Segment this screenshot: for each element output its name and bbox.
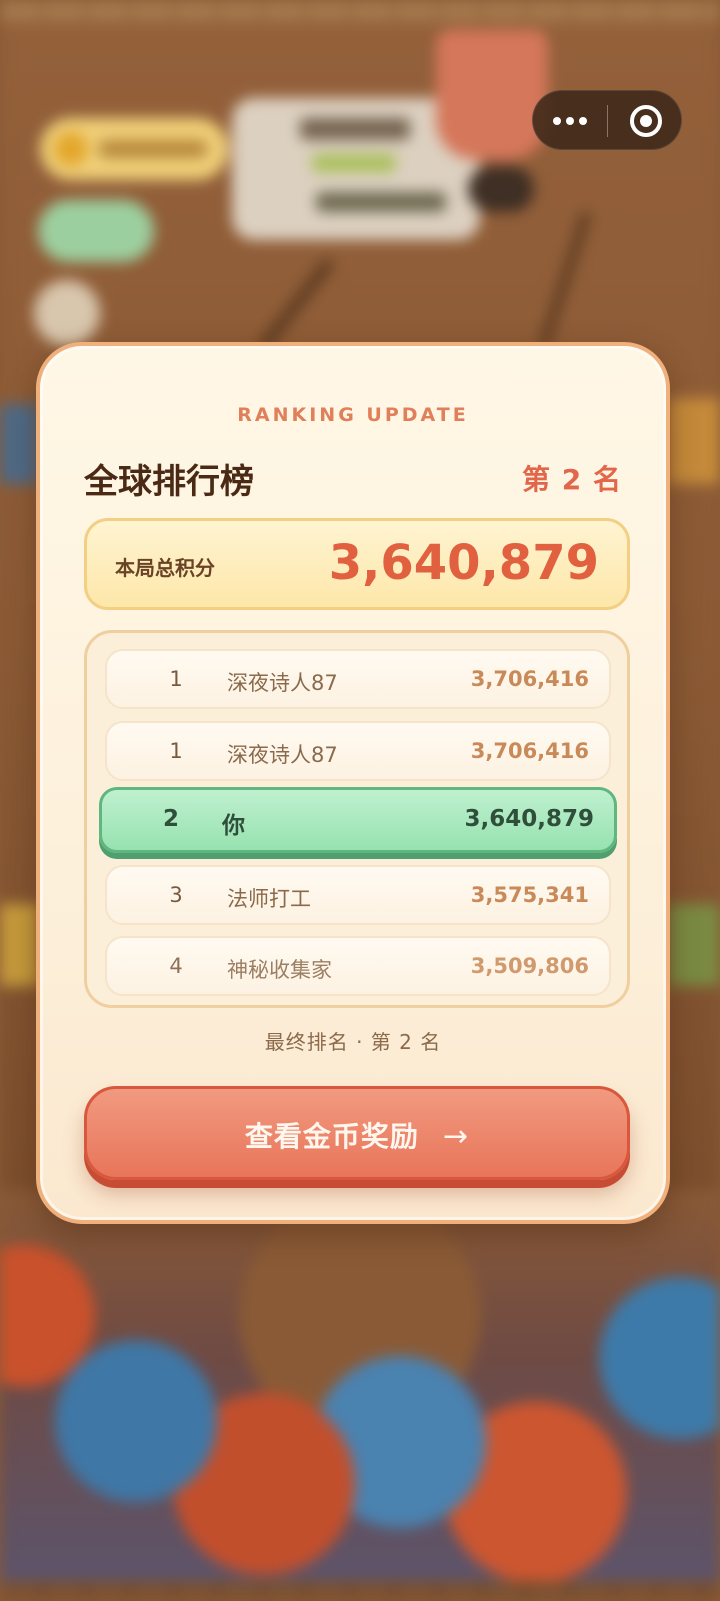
side-block-left-1: [0, 404, 40, 484]
cta-label: 查看金币奖励: [244, 1120, 419, 1153]
row-rank: 2: [162, 806, 179, 832]
ranking-modal: RANKING UPDATE 全球排行榜 第 2 名 本局总积分 3,640,8…: [36, 342, 670, 1224]
row-score: 3,575,341: [470, 883, 589, 907]
row-name: 深夜诗人87: [227, 743, 338, 767]
stick-2: [538, 211, 592, 349]
settings-round-button: [34, 280, 100, 346]
leaderboard-row: 1 深夜诗人87 3,706,416: [105, 649, 611, 709]
stick-1: [257, 257, 335, 353]
card-line-2: [312, 154, 396, 172]
total-score-box: 本局总积分 3,640,879: [84, 518, 630, 610]
leaderboard-row: 4 神秘收集家 3,509,806: [105, 936, 611, 996]
row-score: 3,509,806: [470, 954, 589, 978]
view-coin-reward-button[interactable]: 查看金币奖励 →: [84, 1086, 630, 1180]
card-line-3: [316, 192, 446, 212]
side-block-left-2: [0, 904, 40, 986]
leaderboard-row: 3 法师打工 3,575,341: [105, 865, 611, 925]
rank-tag: 第 2 名: [522, 463, 622, 496]
modal-title: 全球排行榜: [84, 462, 254, 502]
row-name: 法师打工: [227, 887, 311, 911]
capsule-divider: [607, 105, 608, 137]
final-rank-text: 最终排名 · 第 2 名: [264, 1030, 442, 1054]
dot: [579, 117, 587, 125]
coin-balance-pill: [40, 118, 228, 180]
dot: [566, 117, 574, 125]
row-name: 你: [222, 813, 245, 839]
score-value: 3,640,879: [328, 535, 599, 591]
row-name: 神秘收集家: [227, 958, 332, 982]
bottom-border: [0, 1581, 720, 1601]
dot: [553, 117, 561, 125]
row-rank: 1: [169, 739, 183, 763]
row-rank: 1: [169, 667, 183, 691]
leaderboard-row-current-user: 2 你 3,640,879: [99, 787, 617, 853]
more-dots-icon[interactable]: [533, 91, 607, 151]
row-rank: 4: [169, 954, 183, 978]
row-score: 3,706,416: [470, 667, 589, 691]
target-circle-icon[interactable]: [609, 91, 683, 151]
side-block-right-1: [668, 398, 720, 484]
row-score: 3,706,416: [470, 739, 589, 763]
cup-container: [436, 30, 548, 160]
bead-pile: [0, 1190, 720, 1601]
ring: [630, 105, 662, 137]
top-border: [0, 0, 720, 22]
card-line-1: [300, 118, 410, 140]
leaderboard-row: 1 深夜诗人87 3,706,416: [105, 721, 611, 781]
modal-kicker: RANKING UPDATE: [237, 404, 469, 426]
miniprogram-capsule: [532, 90, 682, 150]
green-pill-button: [38, 200, 154, 262]
cta-label-wrap: 查看金币奖励 →: [87, 1115, 627, 1155]
dark-badge: [468, 166, 534, 212]
row-score: 3,640,879: [464, 806, 595, 832]
row-rank: 3: [169, 883, 183, 907]
score-label: 本局总积分: [115, 556, 215, 580]
coin-icon: [54, 132, 88, 166]
arrow-right-icon: →: [442, 1119, 470, 1154]
row-name: 深夜诗人87: [227, 671, 338, 695]
coin-text-blur: [98, 140, 208, 158]
side-block-right-2: [668, 904, 720, 986]
leaderboard: 1 深夜诗人87 3,706,416 1 深夜诗人87 3,706,416 2 …: [84, 630, 630, 1008]
